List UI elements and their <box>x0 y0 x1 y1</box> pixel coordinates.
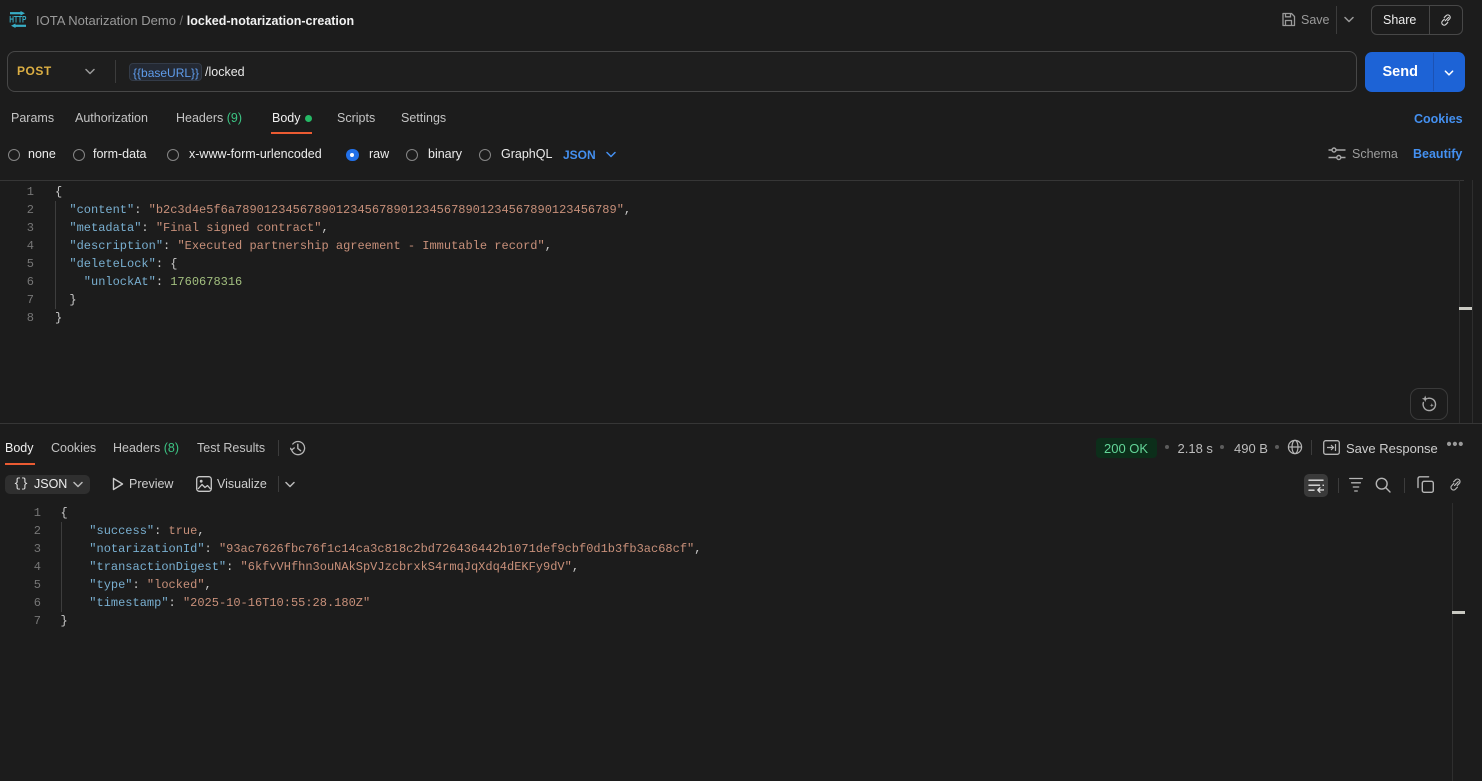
svg-text:HTTP: HTTP <box>9 15 26 25</box>
